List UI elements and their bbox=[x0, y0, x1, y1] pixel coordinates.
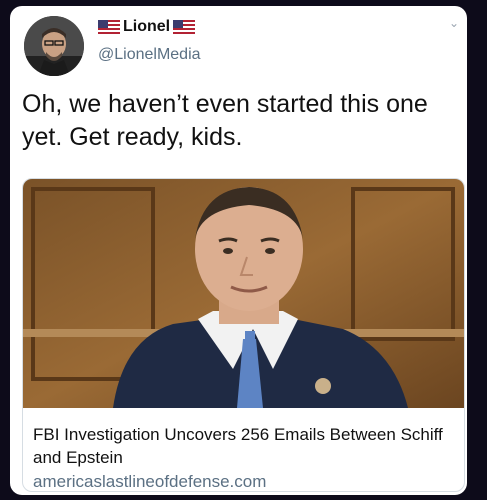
link-preview-image bbox=[23, 179, 464, 408]
link-preview-card[interactable]: FBI Investigation Uncovers 256 Emails Be… bbox=[22, 178, 465, 492]
link-domain: americaslastlineofdefense.com bbox=[33, 472, 267, 491]
tweet-card: Lionel @LionelMedia ⌄ Oh, we haven’t eve… bbox=[10, 6, 467, 495]
display-name: Lionel bbox=[123, 18, 171, 35]
us-flag-icon bbox=[173, 20, 196, 34]
chevron-down-icon[interactable]: ⌄ bbox=[449, 16, 459, 30]
avatar[interactable] bbox=[24, 16, 84, 76]
user-handle[interactable]: @LionelMedia bbox=[98, 46, 201, 64]
tweet-text: Oh, we haven’t even started this one yet… bbox=[22, 90, 428, 151]
us-flag-icon bbox=[98, 20, 120, 34]
link-headline: FBI Investigation Uncovers 256 Emails Be… bbox=[33, 425, 443, 467]
display-name-row[interactable]: Lionel bbox=[98, 18, 196, 36]
